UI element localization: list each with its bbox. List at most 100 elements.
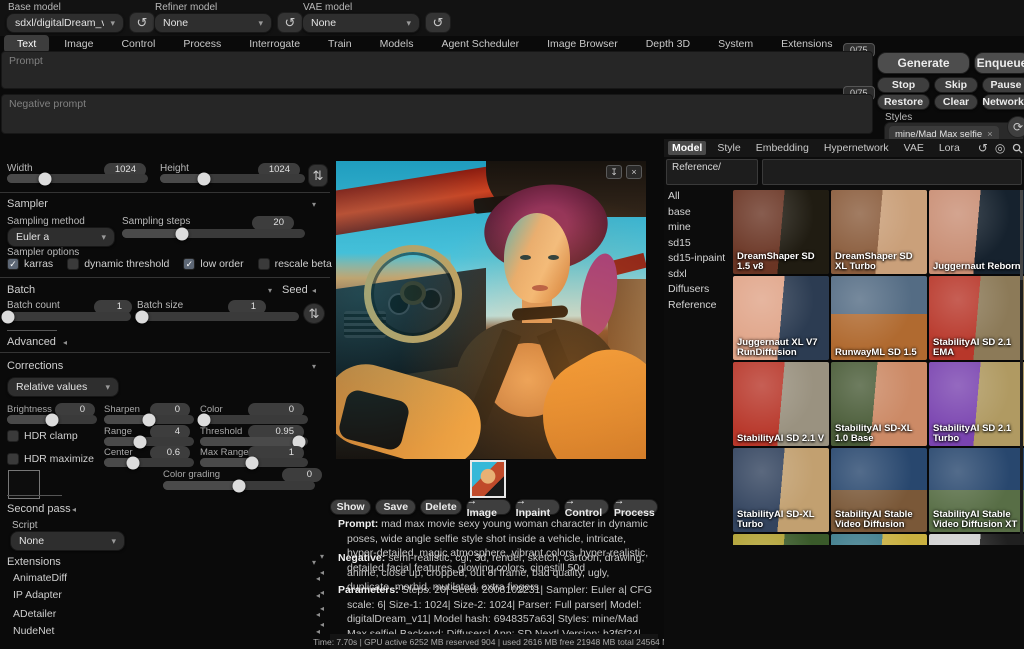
send-to-control-button[interactable]: → Control bbox=[564, 499, 609, 515]
networks-search-input[interactable]: Reference/ bbox=[666, 159, 758, 185]
details-icon[interactable]: ◎ bbox=[995, 142, 1005, 154]
networks-tab-vae[interactable]: VAE bbox=[900, 141, 928, 155]
extensions-section-title[interactable]: Extensions bbox=[7, 556, 61, 568]
folder-sd15-inpaint[interactable]: sd15-inpaint bbox=[668, 252, 730, 264]
corrections-section-title[interactable]: Corrections bbox=[7, 360, 63, 372]
collapse-icon[interactable]: ◂ bbox=[72, 505, 76, 514]
collapse-icon[interactable]: ▾ bbox=[312, 362, 316, 371]
sampling-steps-value[interactable]: 20 bbox=[252, 216, 294, 230]
extension-nudenet[interactable]: NudeNet bbox=[13, 625, 54, 637]
networks-tab-embedding[interactable]: Embedding bbox=[752, 141, 813, 155]
brightness-slider[interactable] bbox=[7, 415, 97, 424]
model-card[interactable]: Juggernaut XL V7 RunDiffusion bbox=[733, 276, 829, 360]
collapse-icon[interactable]: ▾ bbox=[312, 200, 316, 209]
grid-scrollbar[interactable] bbox=[1020, 190, 1023, 545]
base-model-refresh-button[interactable]: ↺ bbox=[129, 12, 155, 33]
collapse-icon[interactable]: ◂ bbox=[320, 568, 324, 577]
refresh-networks-icon[interactable]: ↺ bbox=[978, 142, 988, 154]
collapse-icon[interactable]: ◂ bbox=[320, 588, 324, 597]
sampler-section-title[interactable]: Sampler bbox=[7, 198, 48, 210]
remove-style-icon[interactable]: × bbox=[987, 129, 993, 140]
option-karras[interactable]: ✓karras bbox=[7, 258, 53, 270]
networks-tab-lora[interactable]: Lora bbox=[935, 141, 964, 155]
networks-tab-style[interactable]: Style bbox=[713, 141, 744, 155]
download-image-button[interactable]: ↧ bbox=[606, 165, 622, 179]
extension-animatediff[interactable]: AnimateDiff bbox=[13, 572, 67, 584]
model-card[interactable]: DreamShaper SD XL Turbo bbox=[831, 190, 927, 274]
model-card[interactable]: RunwayML SD 1.5 bbox=[831, 276, 927, 360]
model-card[interactable]: StabilityAI SD-XL Turbo bbox=[733, 448, 829, 532]
delete-button[interactable]: Delete bbox=[420, 499, 461, 515]
networks-tab-hypernetwork[interactable]: Hypernetwork bbox=[820, 141, 893, 155]
save-button[interactable]: Save bbox=[375, 499, 416, 515]
skip-button[interactable]: Skip bbox=[934, 77, 978, 93]
script-dropdown[interactable]: None▾ bbox=[10, 531, 125, 551]
collapse-icon[interactable]: ▾ bbox=[268, 286, 272, 295]
model-card[interactable]: StabilityAI Stable Video Diffusion XT bbox=[929, 448, 1024, 532]
model-card[interactable]: StabilityAI SD 2.1 Turbo bbox=[929, 362, 1024, 446]
batch-size-slider[interactable] bbox=[135, 312, 299, 321]
send-to-image-button[interactable]: → Image bbox=[466, 499, 511, 515]
model-card[interactable]: StabilityAI SD-XL 1.0 Base bbox=[831, 362, 927, 446]
networks-description-box[interactable] bbox=[762, 159, 1022, 185]
send-to-process-button[interactable]: → Process bbox=[613, 499, 658, 515]
model-card-grid[interactable]: DreamShaper SD 1.5 v8 DreamShaper SD XL … bbox=[733, 190, 1024, 545]
collapse-icon[interactable]: ◂ bbox=[320, 620, 324, 629]
clear-button[interactable]: Clear bbox=[934, 94, 978, 110]
model-card[interactable]: StabilityAI Stable Video Diffusion bbox=[831, 448, 927, 532]
height-slider[interactable] bbox=[160, 174, 305, 183]
folder-sd15[interactable]: sd15 bbox=[668, 237, 730, 249]
generate-button[interactable]: Generate bbox=[877, 52, 970, 74]
sampling-method-dropdown[interactable]: Euler a▾ bbox=[7, 227, 115, 247]
threshold-slider[interactable] bbox=[200, 437, 308, 446]
hdr-clamp-option[interactable]: HDR clamp bbox=[7, 430, 78, 442]
second-pass-section-title[interactable]: Second pass bbox=[7, 503, 71, 515]
networks-tab-model[interactable]: Model bbox=[668, 141, 706, 155]
collapse-icon[interactable]: ◂ bbox=[320, 604, 324, 613]
swap-dimensions-button[interactable]: ⇅ bbox=[308, 164, 328, 187]
folder-all[interactable]: All bbox=[668, 190, 730, 202]
color-slider[interactable] bbox=[200, 415, 308, 424]
swap-batch-button[interactable]: ⇅ bbox=[303, 303, 325, 324]
apply-style-button[interactable]: ⟳ bbox=[1007, 116, 1024, 138]
negative-prompt-input[interactable]: Negative prompt bbox=[1, 94, 873, 134]
send-to-inpaint-button[interactable]: → Inpaint bbox=[515, 499, 560, 515]
option-dynamic-threshold[interactable]: dynamic threshold bbox=[67, 258, 169, 270]
refiner-model-dropdown[interactable]: None▾ bbox=[154, 13, 272, 33]
extension-ip-adapter[interactable]: IP Adapter bbox=[13, 589, 62, 601]
collapse-icon[interactable]: ◂ bbox=[63, 338, 67, 347]
refiner-model-refresh-button[interactable]: ↺ bbox=[277, 12, 303, 33]
model-card[interactable] bbox=[733, 534, 829, 545]
batch-count-slider[interactable] bbox=[3, 312, 131, 321]
collapse-icon[interactable]: ▾ bbox=[320, 552, 324, 561]
stop-button[interactable]: Stop bbox=[877, 77, 930, 93]
sharpen-slider[interactable] bbox=[104, 415, 194, 424]
restore-button[interactable]: Restore bbox=[877, 94, 930, 110]
sampling-steps-slider[interactable] bbox=[122, 229, 305, 238]
max-range-slider[interactable] bbox=[200, 458, 308, 467]
width-slider[interactable] bbox=[7, 174, 148, 183]
seed-section-title[interactable]: Seed bbox=[282, 284, 308, 296]
model-card[interactable] bbox=[929, 534, 1024, 545]
show-button[interactable]: Show bbox=[330, 499, 371, 515]
advanced-section-title[interactable]: Advanced bbox=[7, 336, 56, 348]
model-card[interactable]: StabilityAI SD 2.1 V bbox=[733, 362, 829, 446]
collapse-icon[interactable]: ▾ bbox=[312, 558, 316, 567]
enqueue-button[interactable]: Enqueue bbox=[974, 52, 1024, 74]
generated-image[interactable]: ↧ × bbox=[336, 161, 646, 459]
folder-reference[interactable]: Reference bbox=[668, 299, 730, 311]
range-slider[interactable] bbox=[104, 437, 194, 446]
prompt-input[interactable]: Prompt bbox=[1, 51, 873, 89]
gallery-thumbnail[interactable] bbox=[470, 460, 506, 498]
color-grading-value[interactable]: 0 bbox=[282, 468, 322, 482]
close-image-button[interactable]: × bbox=[626, 165, 642, 179]
pause-button[interactable]: Pause bbox=[982, 77, 1024, 93]
folder-diffusers[interactable]: Diffusers bbox=[668, 283, 730, 295]
folder-sdxl[interactable]: sdxl bbox=[668, 268, 730, 280]
center-slider[interactable] bbox=[104, 458, 194, 467]
option-rescale-beta[interactable]: rescale beta bbox=[258, 258, 332, 270]
model-card[interactable]: Juggernaut Reborn bbox=[929, 190, 1024, 274]
model-card[interactable]: StabilityAI SD 2.1 EMA bbox=[929, 276, 1024, 360]
color-grading-slider[interactable] bbox=[163, 481, 315, 490]
vae-model-dropdown[interactable]: None▾ bbox=[302, 13, 420, 33]
